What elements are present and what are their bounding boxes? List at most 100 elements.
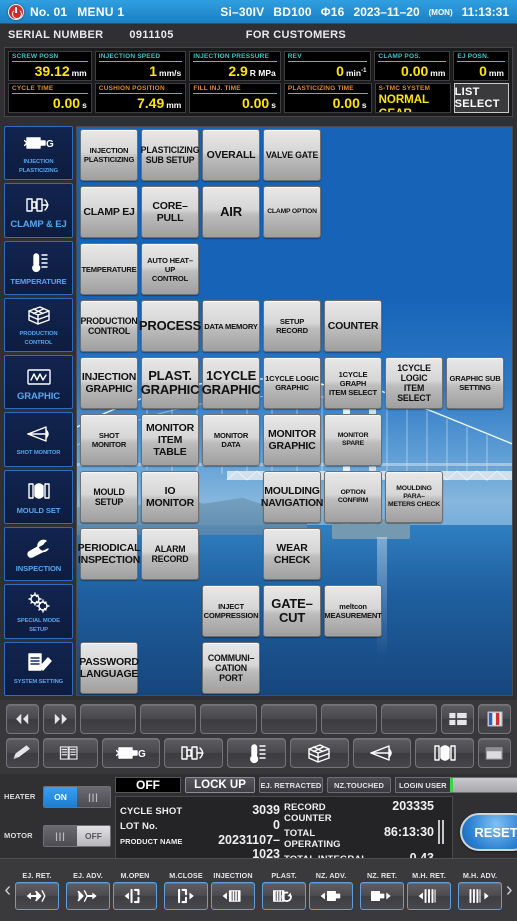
toolbar-bottom-cube-grid-button[interactable] [289,738,349,768]
menu-button-overall[interactable]: OVERALL [202,129,260,181]
sidebar-item-clamp-ej[interactable]: CLAMP & EJ [4,183,73,238]
toolbar-bottom-injection-nozzle-button[interactable]: G [101,738,161,768]
power-icon[interactable] [8,3,24,20]
menu-button-wear-check[interactable]: WEAR CHECK [263,528,321,580]
sidebar-item-injection-plasticizing[interactable]: G INJECTION PLASTICIZING [4,126,73,181]
menu-button-temperature[interactable]: TEMPERATURE [80,243,138,295]
menu-button-gate-cut[interactable]: GATE–CUT [263,585,321,637]
menu-button-plast-graphic[interactable]: PLAST. GRAPHIC [141,357,199,409]
menu-button-core-pull[interactable]: CORE–PULL [141,186,199,238]
sidebar-item-system-setting[interactable]: SYSTEM SETTING [4,641,73,696]
sidebar-item-special-mode-setup[interactable]: SPECIAL MODE SETUP [4,584,73,639]
toolbar-top-rewind-button[interactable] [6,704,39,734]
menu-button-1cycle-logic-item-select[interactable]: 1CYCLE LOGIC ITEM SELECT [385,357,443,409]
jog-button-ej-advance[interactable] [66,881,110,910]
motor-switch[interactable]: OFF [43,824,111,847]
lock-up-button[interactable]: LOCK UP [185,777,255,793]
chevron-right-icon[interactable]: › [506,879,514,902]
menu-button-injection-graphic[interactable]: INJECTION GRAPHIC [80,357,138,409]
jog-button-mould-height-retract[interactable] [407,881,451,910]
menu-button-1cycle-graphic[interactable]: 1CYCLE GRAPHIC [202,357,260,409]
heater-on-half[interactable]: ON [44,786,77,807]
menu-button-mould-setup[interactable]: MOULD SETUP [80,471,138,523]
menu-button-communi-cation-port[interactable]: COMMUNI– CATION PORT [202,642,260,694]
list-select-button[interactable]: LIST SELECT [453,83,509,113]
menu-button-setup-record[interactable]: SETUP RECORD [263,300,321,352]
toolbar-bottom-book-button[interactable] [43,738,98,768]
menu-button-shot-monitor[interactable]: SHOT MONITOR [80,414,138,466]
jog-label: PLAST. [271,870,297,880]
menu-button-password-language[interactable]: PASSWORD LANGUAGE [79,642,139,694]
reset-button[interactable]: RESET [460,813,517,851]
menu-button-monitor-data[interactable]: MONITOR DATA [202,414,260,466]
menu-button-data-memory[interactable]: DATA MEMORY [202,300,260,352]
toolbar-top-blank-3[interactable] [140,704,197,734]
menu-button-alarm-record[interactable]: ALARM RECORD [141,528,199,580]
heater-off-half[interactable] [77,786,110,807]
menu-button-option-confirm[interactable]: OPTION CONFIRM [324,471,382,523]
jog-button-mould-open[interactable] [113,881,157,910]
menu-button-monitor-graphic[interactable]: MONITOR GRAPHIC [263,414,321,466]
toolbar-top-blank-2[interactable] [80,704,137,734]
sidebar-item-shot-monitor[interactable]: SHOT MONITOR [4,412,73,467]
toolbar-top-blank-5[interactable] [260,704,317,734]
status-cell-clamp-pos: CLAMP POS. 0.00 mm [374,51,451,81]
menu-button-counter[interactable]: COUNTER [324,300,382,352]
toolbar-bottom-clamp-eject-button[interactable] [164,738,224,768]
menu-button-moulding-para-meters-check[interactable]: MOULDING PARA– METERS CHECK [385,471,443,523]
menu-button-auto-heat-up-control[interactable]: AUTO HEAT–UP CONTROL [141,243,199,295]
menu-button-plasticizing-sub-setup[interactable]: PLASTICIZING SUB SETUP [141,129,200,181]
menu-button-air[interactable]: AIR [202,186,260,238]
menu-button-moulding-navigation[interactable]: MOULDING NAVIGATION [261,471,323,523]
menu-button-injection-plasticizing[interactable]: INJECTION PLASTICIZING [80,129,138,181]
toolbar-bottom-mould-button[interactable] [415,738,475,768]
menu-button-clamp-option[interactable]: CLAMP OPTION [263,186,321,238]
menu-button-process[interactable]: PROCESS [139,300,201,352]
login-user-field[interactable]: LOGIN USER [395,777,517,793]
sidebar-item-inspection[interactable]: INSPECTION [4,527,73,582]
menu-button-production-control[interactable]: PRODUCTION CONTROL [80,300,138,352]
sidebar-item-mould-set[interactable]: MOULD SET [4,469,73,525]
jog-button-mould-height-advance[interactable] [458,881,502,910]
jog-button-plasticizing[interactable] [262,881,306,910]
menu-button-graphic-sub-setting[interactable]: GRAPHIC SUB SETTING [446,357,504,409]
motor-on-half[interactable] [44,825,77,846]
menu-button-1cycle-graph-item-select[interactable]: 1CYCLE GRAPH ITEM SELECT [324,357,382,409]
chevron-left-icon[interactable]: ‹ [4,879,12,902]
toolbar-bottom-thermometer-button[interactable] [227,738,286,768]
heater-switch[interactable]: ON [43,785,111,808]
toolbar-top-fastforward-button[interactable] [43,704,76,734]
status-cell-value: 0.00 [332,95,360,111]
machine-number: No. 01 [30,4,68,19]
menu-button-1cycle-logic-graphic[interactable]: 1CYCLE LOGIC GRAPHIC [263,357,321,409]
menu-button-meltcon-measurement[interactable]: meltcon MEASUREMENT [324,585,382,637]
menu-button-periodical-inspection[interactable]: PERIODICAL INSPECTION [78,528,141,580]
sidebar-item-temperature[interactable]: TEMPERATURE [4,240,73,295]
jog-button-nozzle-advance[interactable] [309,881,353,910]
jog-item: EJ. ADV. [65,871,112,910]
menu-button-inject-compression[interactable]: INJECT COMPRESSION [202,585,260,637]
menu-button-clamp-ej[interactable]: CLAMP EJ [80,186,138,238]
jog-button-mould-close[interactable] [164,881,208,910]
current-weekday: (MON) [428,8,453,17]
menu-button-io-monitor[interactable]: IO MONITOR [141,471,199,523]
sidebar-item-production-control[interactable]: PRODUCTION CONTROL [4,297,73,353]
toolbar-top-blank-4[interactable] [200,704,257,734]
toolbar-top-blank-7[interactable] [380,704,438,734]
toolbar-top-blank-6[interactable] [320,704,377,734]
jog-button-injection[interactable] [211,881,255,910]
toolbar-top-grid-view-button[interactable] [441,704,475,734]
toolbar-top-color-palette-button[interactable] [478,704,512,734]
jog-label: NZ. ADV. [315,870,347,880]
menu-button-valve-gate[interactable]: VALVE GATE [263,129,321,181]
nozzle-retract-icon [369,886,395,906]
menu-button-monitor-item-table[interactable]: MONITOR ITEM TABLE [141,414,199,466]
menu-button-monitor-spare[interactable]: MONITOR SPARE [324,414,382,466]
jog-button-ej-retract[interactable] [15,881,59,910]
jog-button-nozzle-retract[interactable] [360,881,404,910]
toolbar-bottom-window-button[interactable] [478,738,512,768]
toolbar-bottom-shot-cone-button[interactable] [352,738,412,768]
toolbar-bottom-pencil-button[interactable] [6,738,39,768]
motor-off-half[interactable]: OFF [77,825,110,846]
sidebar-item-graphic[interactable]: GRAPHIC [4,355,73,410]
